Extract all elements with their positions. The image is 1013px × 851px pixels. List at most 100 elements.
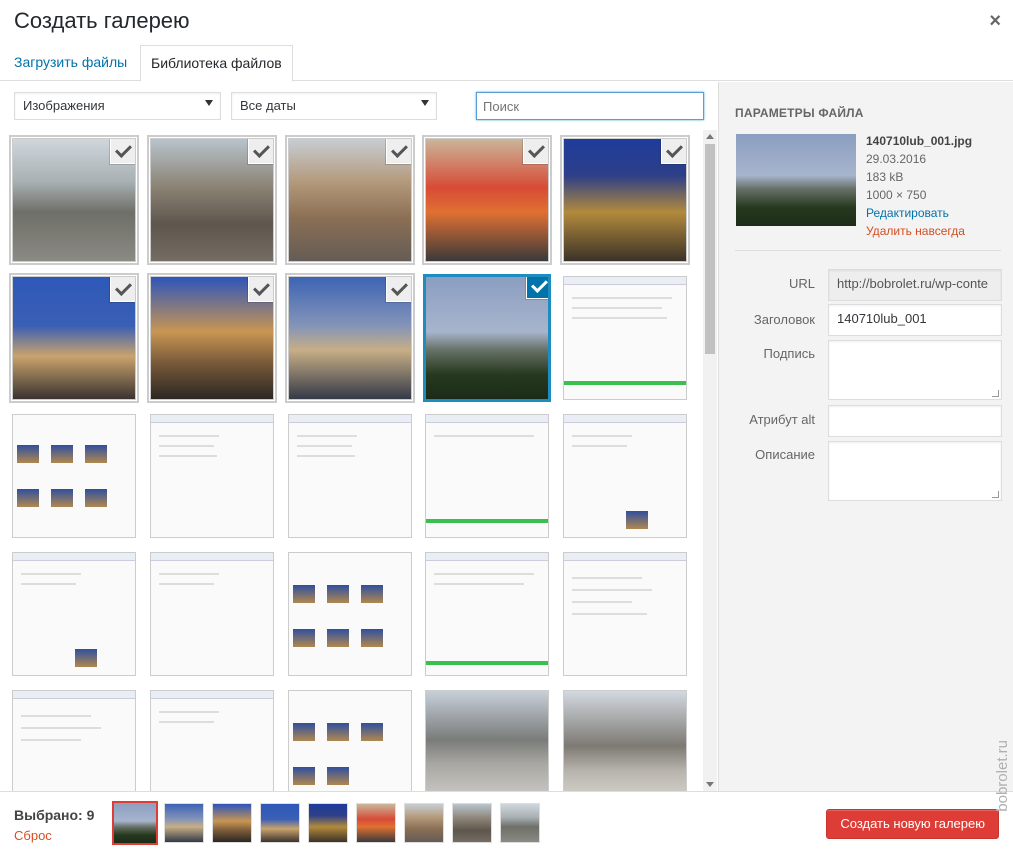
attachment-details-heading: Параметры файла — [735, 106, 864, 120]
checkmark-icon[interactable] — [662, 139, 686, 163]
attachment-tile[interactable] — [563, 414, 687, 538]
selection-count: Выбрано: 9 — [14, 807, 95, 823]
media-type-filter-value: Изображения — [23, 98, 105, 113]
attachment-tile[interactable] — [12, 276, 136, 400]
caption-field[interactable] — [828, 340, 1002, 400]
title-field[interactable]: 140710lub_001 — [828, 304, 1002, 336]
attachment-tile[interactable] — [425, 414, 549, 538]
create-gallery-modal: Создать галерею × Загрузить файлы Библио… — [0, 0, 1013, 851]
url-field[interactable]: http://bobrolet.ru/wp-conte — [828, 269, 1002, 301]
checkmark-icon[interactable] — [387, 277, 411, 301]
description-field[interactable] — [828, 441, 1002, 501]
attachment-tile-current[interactable] — [423, 274, 551, 402]
divider — [735, 250, 1001, 251]
attachment-tile[interactable] — [288, 690, 412, 791]
thumbnail-image — [564, 415, 686, 537]
thumbnail-image — [151, 415, 273, 537]
attachment-tile[interactable] — [12, 414, 136, 538]
thumbnail-image — [564, 691, 686, 791]
description-label: Описание — [755, 447, 815, 462]
upload-date: 29.03.2016 — [866, 152, 927, 166]
thumbnail-image — [564, 277, 686, 399]
attachment-tile[interactable] — [563, 690, 687, 791]
selection-thumb[interactable] — [212, 803, 252, 843]
alt-text-label: Атрибут alt — [749, 412, 815, 427]
tab-upload-files[interactable]: Загрузить файлы — [4, 45, 137, 81]
attachment-tile[interactable] — [425, 552, 549, 676]
attachment-tile[interactable] — [563, 276, 687, 400]
thumbnail-image — [151, 691, 273, 791]
selection-thumb[interactable] — [164, 803, 204, 843]
alt-text-field[interactable] — [828, 405, 1002, 437]
checkmark-icon[interactable] — [527, 277, 548, 298]
attachment-tile[interactable] — [563, 552, 687, 676]
attachment-tile[interactable] — [288, 138, 412, 262]
thumbnail-image — [13, 415, 135, 537]
thumbnail-image — [426, 691, 548, 791]
url-label: URL — [788, 276, 815, 291]
attachment-tile[interactable] — [150, 552, 274, 676]
modal-footer: Выбрано: 9 Сброс Создать новую галерею — [0, 791, 1013, 851]
scroll-down-icon[interactable] — [706, 782, 714, 787]
selection-thumb[interactable] — [308, 803, 348, 843]
media-type-filter[interactable]: Изображения — [14, 92, 221, 120]
attachment-tile[interactable] — [150, 138, 274, 262]
attachments-grid — [0, 130, 700, 791]
thumbnail-image — [289, 415, 411, 537]
thumbnail-image — [426, 415, 548, 537]
attachment-meta: 140710lub_001.jpg 29.03.2016 183 kB 1000… — [866, 132, 972, 240]
attachment-preview-image — [736, 134, 856, 226]
attachment-tile[interactable] — [288, 552, 412, 676]
checkmark-icon[interactable] — [249, 277, 273, 301]
attachment-tile[interactable] — [150, 414, 274, 538]
search-input[interactable] — [476, 92, 704, 120]
attachment-tile[interactable] — [425, 690, 549, 791]
watermark: bobrolet.ru — [994, 740, 1011, 812]
attachment-tile[interactable] — [150, 276, 274, 400]
file-size: 183 kB — [866, 170, 904, 184]
checkmark-icon[interactable] — [111, 277, 135, 301]
attachment-details-sidebar: Параметры файла 140710lub_001.jpg 29.03.… — [718, 82, 1013, 791]
checkmark-icon[interactable] — [524, 139, 548, 163]
dropdown-arrow-icon — [205, 100, 213, 106]
selection-thumb[interactable] — [260, 803, 300, 843]
thumbnail-image — [289, 691, 411, 791]
attachment-tile[interactable] — [12, 138, 136, 262]
edit-image-link[interactable]: Редактировать — [866, 204, 972, 222]
date-filter[interactable]: Все даты — [231, 92, 437, 120]
attachment-tile[interactable] — [288, 414, 412, 538]
file-name: 140710lub_001.jpg — [866, 134, 973, 148]
thumbnail-image — [13, 553, 135, 675]
checkmark-icon[interactable] — [387, 139, 411, 163]
modal-title: Создать галерею — [14, 8, 190, 33]
checkmark-icon[interactable] — [111, 139, 135, 163]
thumbnail-image — [289, 553, 411, 675]
selection-thumb[interactable] — [112, 801, 158, 845]
thumbnail-image — [13, 691, 135, 791]
create-gallery-button[interactable]: Создать новую галерею — [826, 809, 999, 839]
tab-bar: Загрузить файлы Библиотека файлов — [0, 45, 1013, 82]
reset-selection-link[interactable]: Сброс — [14, 828, 52, 843]
attachment-tile[interactable] — [563, 138, 687, 262]
selection-thumb[interactable] — [500, 803, 540, 843]
image-dimensions: 1000 × 750 — [866, 188, 927, 202]
selection-thumb[interactable] — [404, 803, 444, 843]
thumbnail-image — [151, 553, 273, 675]
attachment-tile[interactable] — [12, 690, 136, 791]
selection-thumb[interactable] — [356, 803, 396, 843]
scroll-up-icon[interactable] — [706, 134, 714, 139]
attachment-tile[interactable] — [12, 552, 136, 676]
thumbnail-image — [564, 553, 686, 675]
dropdown-arrow-icon — [421, 100, 429, 106]
selection-thumb[interactable] — [452, 803, 492, 843]
tab-media-library[interactable]: Библиотека файлов — [140, 45, 293, 82]
checkmark-icon[interactable] — [249, 139, 273, 163]
grid-scrollbar[interactable] — [703, 130, 717, 791]
attachment-tile[interactable] — [150, 690, 274, 791]
close-icon[interactable]: × — [989, 10, 1001, 33]
attachment-tile[interactable] — [425, 138, 549, 262]
attachment-tile[interactable] — [288, 276, 412, 400]
thumbnail-image — [426, 553, 548, 675]
scrollbar-thumb[interactable] — [705, 144, 715, 354]
delete-permanently-link[interactable]: Удалить навсегда — [866, 222, 972, 240]
